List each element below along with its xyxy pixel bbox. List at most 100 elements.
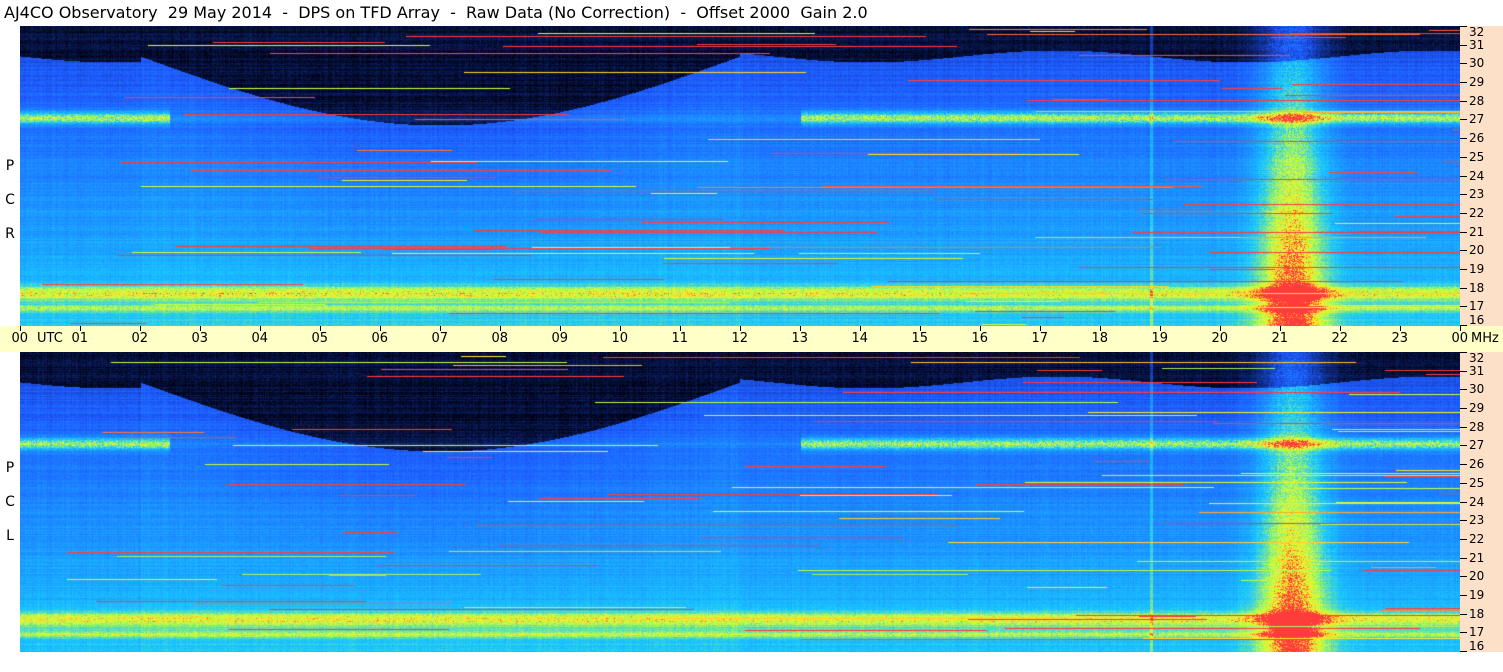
rcp-freq-label: 25 [1469,150,1485,164]
rcp-freq-tick [1460,306,1467,307]
lcp-freq-label: 30 [1469,382,1485,396]
time-label: 20 [1211,331,1229,346]
lcp-freq-tick [1460,539,1467,540]
lcp-freq-tick [1460,483,1467,484]
time-label: 09 [551,331,569,346]
rcp-freq-tick [1460,82,1467,83]
lcp-frequency-axis: 32 31 30 29 28 27 26 25 24 23 22 21 20 19 18 17 16 [1460,352,1503,652]
time-label: 12 [731,331,749,346]
rcp-freq-tick [1460,26,1467,27]
lcp-freq-tick [1460,427,1467,428]
time-label: 02 [131,331,149,346]
lcp-freq-label: 21 [1469,551,1485,565]
rcp-label-column: P C R [0,26,20,326]
time-label: 07 [431,331,449,346]
rcp-freq-label: 30 [1469,56,1485,70]
time-label: 13 [791,331,809,346]
time-label: 06 [371,331,389,346]
lcp-freq-label: 32 [1469,351,1485,365]
chart-title: AJ4CO Observatory 29 May 2014 - DPS on T… [4,3,868,22]
time-label: 04 [251,331,269,346]
rcp-freq-tick [1460,63,1467,64]
lcp-freq-label: 24 [1469,495,1485,509]
lcp-freq-label: 23 [1469,513,1485,527]
rcp-freq-tick [1460,45,1467,46]
rcp-freq-tick [1460,194,1467,195]
time-unit-label: UTC [37,331,63,346]
rcp-freq-label: 24 [1469,169,1485,183]
rcp-freq-label: 31 [1469,38,1485,52]
lcp-freq-tick [1460,371,1467,372]
lcp-freq-tick [1460,445,1467,446]
lcp-freq-label: 22 [1469,532,1485,546]
lcp-freq-label: 31 [1469,364,1485,378]
lcp-freq-label: 26 [1469,457,1485,471]
rcp-frequency-axis: 32 31 30 29 28 27 26 25 24 23 22 21 20 19 18 17 16 [1460,26,1503,326]
lcp-freq-label: 17 [1469,625,1485,639]
time-label: 22 [1331,331,1349,346]
lcp-freq-tick [1460,632,1467,633]
time-label: 21 [1271,331,1289,346]
rcp-freq-label: 27 [1469,112,1485,126]
time-label: 11 [671,331,689,346]
lcp-freq-tick [1460,502,1467,503]
time-label: 18 [1091,331,1109,346]
lcp-freq-label: 28 [1469,420,1485,434]
lcp-freq-label: 16 [1469,639,1485,653]
rcp-freq-label: 16 [1469,313,1485,327]
freq-unit-label: MHz [1471,331,1499,346]
time-label: 16 [971,331,989,346]
lcp-freq-tick [1460,408,1467,409]
rcp-freq-label: 29 [1469,75,1485,89]
rcp-spectrogram-canvas [20,26,1460,326]
lcp-freq-label: 25 [1469,476,1485,490]
rcp-freq-tick [1460,119,1467,120]
rcp-freq-tick [1460,269,1467,270]
rcp-freq-label: 22 [1469,206,1485,220]
rcp-freq-label: 20 [1469,243,1485,257]
rcp-freq-tick [1460,250,1467,251]
rcp-freq-label: 19 [1469,262,1485,276]
lcp-freq-label: 20 [1469,569,1485,583]
time-label: 01 [71,331,89,346]
rcp-freq-label: 26 [1469,131,1485,145]
rcp-freq-label: 18 [1469,281,1485,295]
rcp-letter-p: P [5,158,15,174]
lcp-freq-tick [1460,389,1467,390]
rcp-letter-r: R [5,226,15,242]
lcp-letter-c: C [5,494,15,510]
rcp-freq-tick [1460,213,1467,214]
rcp-freq-label: 32 [1469,25,1485,39]
rcp-freq-tick [1460,101,1467,102]
time-label: 23 [1391,331,1409,346]
lcp-freq-label: 18 [1469,607,1485,621]
lcp-freq-tick [1460,558,1467,559]
time-label: 14 [851,331,869,346]
rcp-freq-tick [1460,138,1467,139]
lcp-spectrogram-canvas [20,352,1460,652]
time-axis: 00 01 02 03 04 05 06 07 08 09 10 11 12 13 14 15 16 17 18 19… [0,326,1503,352]
time-label: 00 [1451,331,1469,346]
lcp-freq-label: 27 [1469,438,1485,452]
rcp-freq-label: 17 [1469,299,1485,313]
time-label: 03 [191,331,209,346]
lcp-freq-tick [1460,576,1467,577]
lcp-label-column: P C L [0,352,20,652]
lcp-spectrogram [20,352,1460,652]
bottom-margin [0,652,1503,672]
lcp-freq-tick [1460,464,1467,465]
rcp-freq-tick [1460,157,1467,158]
lcp-freq-tick [1460,520,1467,521]
rcp-freq-tick [1460,176,1467,177]
rcp-freq-tick [1460,288,1467,289]
lcp-freq-tick [1460,352,1467,353]
rcp-freq-label: 21 [1469,225,1485,239]
rcp-freq-label: 28 [1469,94,1485,108]
time-label: 08 [491,331,509,346]
rcp-freq-tick [1460,232,1467,233]
rcp-freq-label: 23 [1469,187,1485,201]
lcp-freq-tick [1460,595,1467,596]
lcp-freq-label: 29 [1469,401,1485,415]
lcp-freq-tick [1460,614,1467,615]
time-label: 00 [11,331,29,346]
